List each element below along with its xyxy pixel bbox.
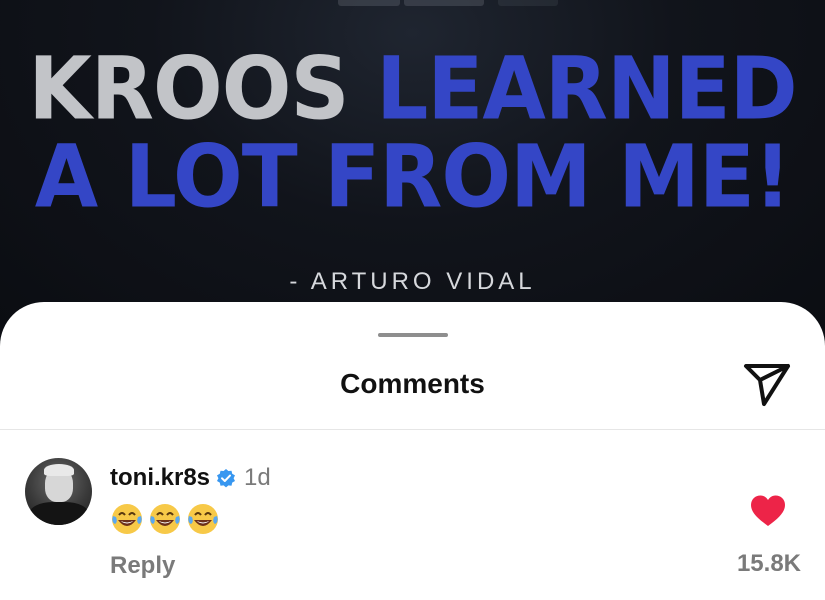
like-count: 15.8K	[736, 550, 801, 577]
verified-badge-icon	[217, 469, 236, 488]
laughing-tears-emoji-icon	[150, 504, 180, 534]
share-button[interactable]	[742, 360, 792, 408]
headline-word-learned: LEARNED	[376, 39, 798, 140]
laughing-tears-emoji-icon	[112, 504, 142, 534]
heart-icon	[751, 495, 785, 526]
like-button[interactable]	[749, 494, 787, 528]
laughing-tears-emoji-icon	[188, 504, 218, 534]
comment-meta: toni.kr8s 1d	[110, 462, 271, 494]
headline-word-kroos: KROOS	[28, 39, 349, 140]
comment-text	[110, 502, 220, 536]
paper-plane-icon	[744, 364, 790, 406]
post-image: KROOS LEARNED A LOT FROM ME! - ARTURO VI…	[0, 0, 825, 330]
headline-line-1: KROOS LEARNED	[0, 45, 825, 134]
comments-sheet: Comments toni.kr8s 1d Reply 15.8K	[0, 302, 825, 600]
cropped-top-text	[0, 0, 825, 16]
quote-attribution: - ARTURO VIDAL	[289, 268, 536, 295]
comment-timestamp: 1d	[244, 464, 271, 491]
sheet-drag-handle[interactable]	[378, 333, 448, 337]
headline-line-2: A LOT FROM ME!	[34, 127, 792, 228]
reply-button[interactable]: Reply	[110, 552, 175, 580]
header-divider	[0, 429, 825, 430]
comment-item: toni.kr8s 1d Reply 15.8K	[0, 458, 825, 600]
comment-username[interactable]: toni.kr8s	[110, 464, 210, 492]
comments-title: Comments	[340, 368, 485, 399]
avatar[interactable]	[25, 458, 92, 525]
